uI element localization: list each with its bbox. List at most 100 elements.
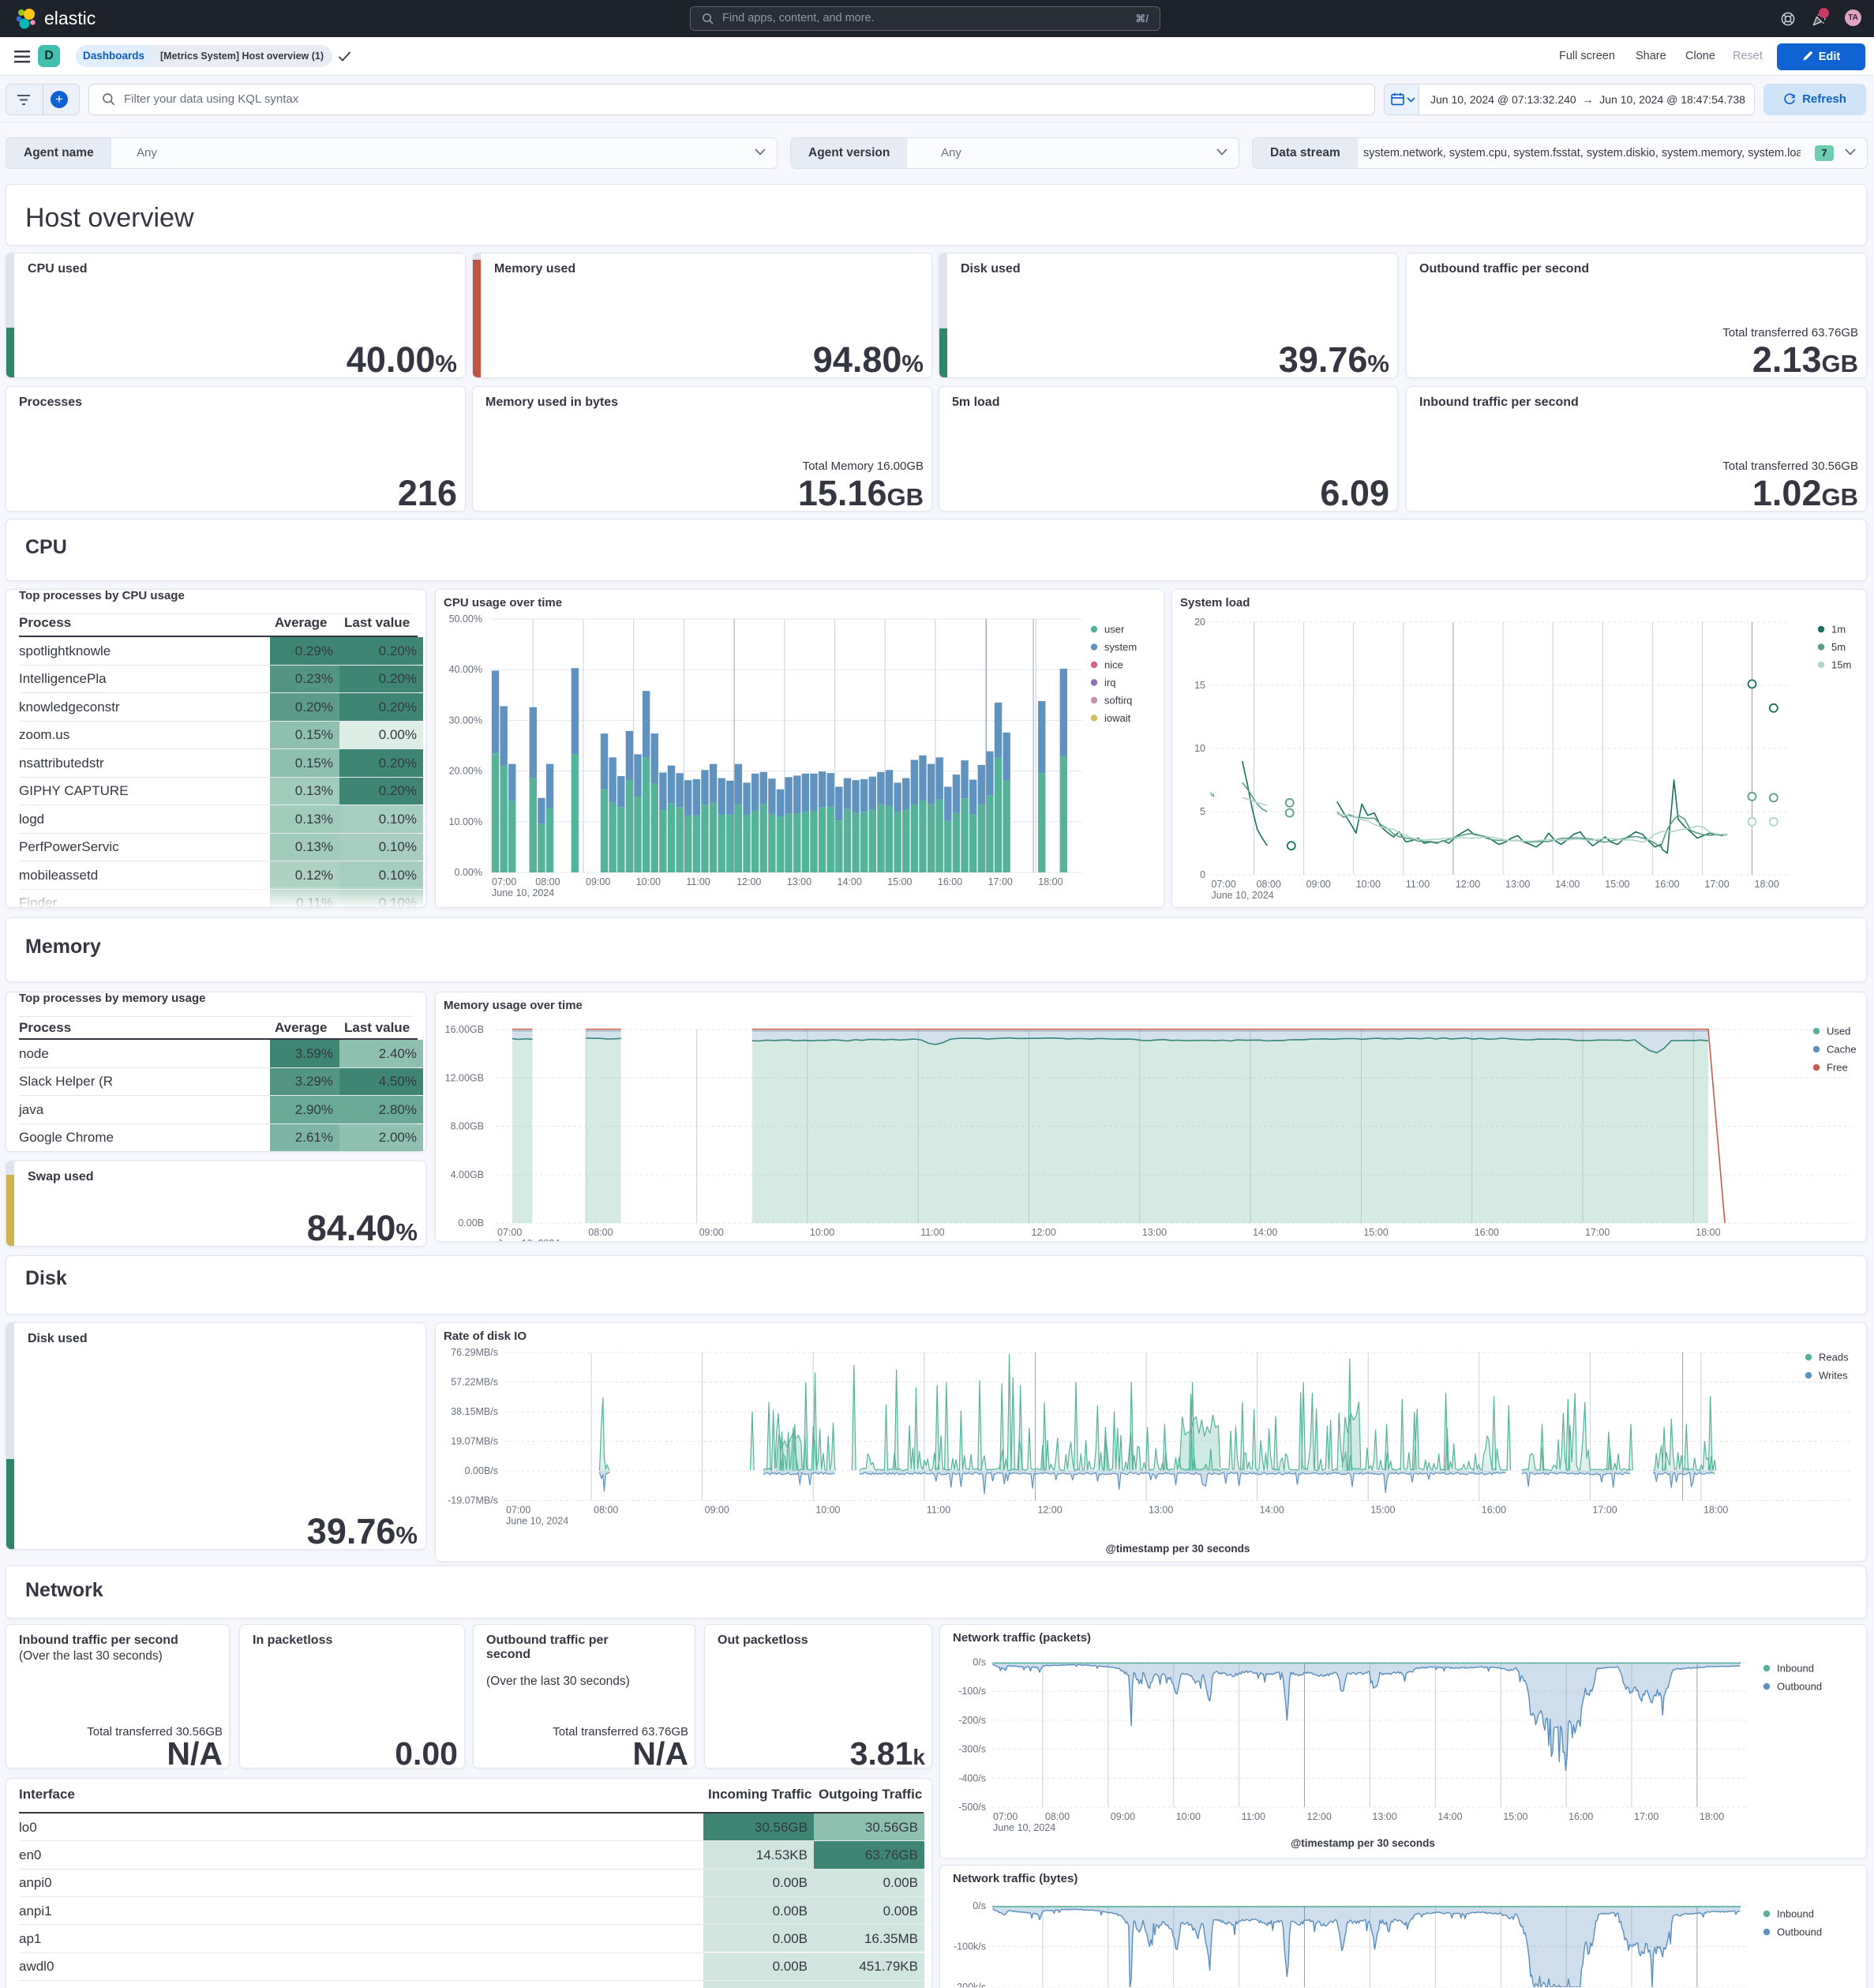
svg-text:Cache: Cache	[1827, 1044, 1857, 1056]
svg-text:40.00%: 40.00%	[449, 664, 482, 675]
svg-text:@timestamp per 30 seconds: @timestamp per 30 seconds	[1291, 1837, 1435, 1849]
svg-text:-500/s: -500/s	[958, 1802, 986, 1813]
svg-text:-100k/s: -100k/s	[954, 1941, 986, 1952]
svg-text:11:00: 11:00	[927, 1505, 950, 1516]
svg-text:Outbound: Outbound	[1777, 1926, 1822, 1938]
svg-text:07:00: 07:00	[497, 1227, 522, 1238]
svg-text:5m: 5m	[1831, 641, 1846, 653]
svg-text:15:00: 15:00	[1605, 879, 1629, 890]
svg-text:30.00%: 30.00%	[449, 715, 482, 726]
svg-text:16:00: 16:00	[1569, 1811, 1593, 1822]
svg-text:12:00: 12:00	[736, 876, 761, 887]
svg-text:12:00: 12:00	[1307, 1811, 1332, 1822]
svg-text:user: user	[1104, 624, 1125, 636]
svg-text:18:00: 18:00	[1703, 1505, 1728, 1516]
svg-text:38.15MB/s: 38.15MB/s	[451, 1406, 498, 1417]
svg-text:09:00: 09:00	[1306, 879, 1331, 890]
svg-text:8.00GB: 8.00GB	[451, 1121, 484, 1132]
svg-text:76.29MB/s: 76.29MB/s	[451, 1347, 498, 1358]
svg-text:08:00: 08:00	[588, 1227, 613, 1238]
svg-text:Used: Used	[1827, 1026, 1850, 1037]
svg-text:nice: nice	[1104, 659, 1123, 671]
svg-text:14:00: 14:00	[838, 876, 862, 887]
svg-text:07:00: 07:00	[993, 1811, 1018, 1822]
svg-text:57.22MB/s: 57.22MB/s	[451, 1377, 498, 1388]
svg-text:17:00: 17:00	[1592, 1505, 1617, 1516]
svg-text:June 10, 2024: June 10, 2024	[492, 887, 554, 898]
svg-text:13:00: 13:00	[1372, 1811, 1396, 1822]
svg-text:June 10, 2024: June 10, 2024	[497, 1238, 560, 1241]
svg-text:17:00: 17:00	[1585, 1227, 1610, 1238]
svg-text:13:00: 13:00	[1505, 879, 1530, 890]
svg-text:Writes: Writes	[1819, 1370, 1848, 1382]
svg-text:11:00: 11:00	[920, 1227, 944, 1238]
svg-text:15: 15	[1194, 680, 1205, 691]
svg-text:18:00: 18:00	[1038, 876, 1063, 887]
svg-text:Reads: Reads	[1819, 1352, 1849, 1363]
svg-text:12:00: 12:00	[1037, 1505, 1062, 1516]
svg-text:11:00: 11:00	[686, 876, 710, 887]
svg-text:14:00: 14:00	[1260, 1505, 1284, 1516]
svg-text:0/s: 0/s	[973, 1900, 986, 1911]
svg-text:18:00: 18:00	[1700, 1811, 1724, 1822]
svg-text:-100/s: -100/s	[958, 1686, 986, 1697]
svg-text:13:00: 13:00	[1142, 1227, 1167, 1238]
svg-text:16:00: 16:00	[1655, 879, 1679, 890]
svg-text:09:00: 09:00	[699, 1227, 724, 1238]
svg-text:0.00B/s: 0.00B/s	[465, 1465, 498, 1476]
svg-text:18:00: 18:00	[1755, 879, 1779, 890]
svg-text:20: 20	[1194, 617, 1205, 628]
svg-text:0: 0	[1200, 869, 1205, 880]
svg-text:17:00: 17:00	[1704, 879, 1729, 890]
svg-text:10:00: 10:00	[1176, 1811, 1201, 1822]
svg-text:-300/s: -300/s	[958, 1744, 986, 1755]
svg-text:50.00%: 50.00%	[449, 613, 482, 625]
svg-text:0/s: 0/s	[973, 1657, 986, 1668]
svg-text:15m: 15m	[1831, 659, 1851, 671]
svg-text:irq: irq	[1104, 677, 1115, 688]
svg-text:14:00: 14:00	[1555, 879, 1580, 890]
svg-text:16:00: 16:00	[1475, 1227, 1499, 1238]
svg-text:10:00: 10:00	[1356, 879, 1381, 890]
svg-text:11:00: 11:00	[1406, 879, 1430, 890]
svg-text:11:00: 11:00	[1242, 1811, 1265, 1822]
svg-text:10:00: 10:00	[815, 1505, 840, 1516]
svg-text:June 10, 2024: June 10, 2024	[993, 1822, 1055, 1833]
svg-text:14:00: 14:00	[1253, 1227, 1277, 1238]
svg-text:-19.07MB/s: -19.07MB/s	[448, 1495, 498, 1506]
svg-text:10.00%: 10.00%	[449, 816, 482, 827]
svg-text:15:00: 15:00	[1370, 1505, 1395, 1516]
svg-text:17:00: 17:00	[988, 876, 1013, 887]
svg-text:10:00: 10:00	[810, 1227, 834, 1238]
svg-text:18:00: 18:00	[1696, 1227, 1720, 1238]
svg-text:09:00: 09:00	[705, 1505, 729, 1516]
svg-text:07:00: 07:00	[1212, 879, 1236, 890]
svg-text:08:00: 08:00	[594, 1505, 618, 1516]
svg-text:10: 10	[1194, 743, 1205, 754]
svg-text:-400/s: -400/s	[958, 1772, 986, 1784]
svg-text:16:00: 16:00	[938, 876, 962, 887]
svg-text:07:00: 07:00	[492, 876, 516, 887]
svg-text:16:00: 16:00	[1482, 1505, 1506, 1516]
svg-text:15:00: 15:00	[1363, 1227, 1388, 1238]
svg-text:5: 5	[1200, 806, 1205, 817]
svg-text:07:00: 07:00	[506, 1505, 530, 1516]
svg-text:-200/s: -200/s	[958, 1715, 986, 1726]
svg-text:09:00: 09:00	[1111, 1811, 1135, 1822]
svg-text:4.00GB: 4.00GB	[451, 1169, 484, 1180]
svg-text:20.00%: 20.00%	[449, 766, 482, 777]
svg-text:system: system	[1104, 641, 1137, 653]
svg-text:12.00GB: 12.00GB	[445, 1072, 484, 1083]
svg-text:iowait: iowait	[1104, 712, 1131, 724]
svg-text:June 10, 2024: June 10, 2024	[506, 1516, 568, 1527]
svg-text:09:00: 09:00	[586, 876, 610, 887]
svg-text:Free: Free	[1827, 1062, 1848, 1074]
svg-text:12:00: 12:00	[1456, 879, 1480, 890]
svg-text:16.00GB: 16.00GB	[445, 1024, 484, 1035]
svg-text:-200k/s: -200k/s	[954, 1982, 986, 1987]
svg-text:14:00: 14:00	[1437, 1811, 1462, 1822]
svg-text:1m: 1m	[1831, 624, 1846, 636]
svg-text:10:00: 10:00	[636, 876, 661, 887]
svg-text:0.00%: 0.00%	[455, 867, 482, 878]
svg-text:Inbound: Inbound	[1777, 1663, 1814, 1675]
